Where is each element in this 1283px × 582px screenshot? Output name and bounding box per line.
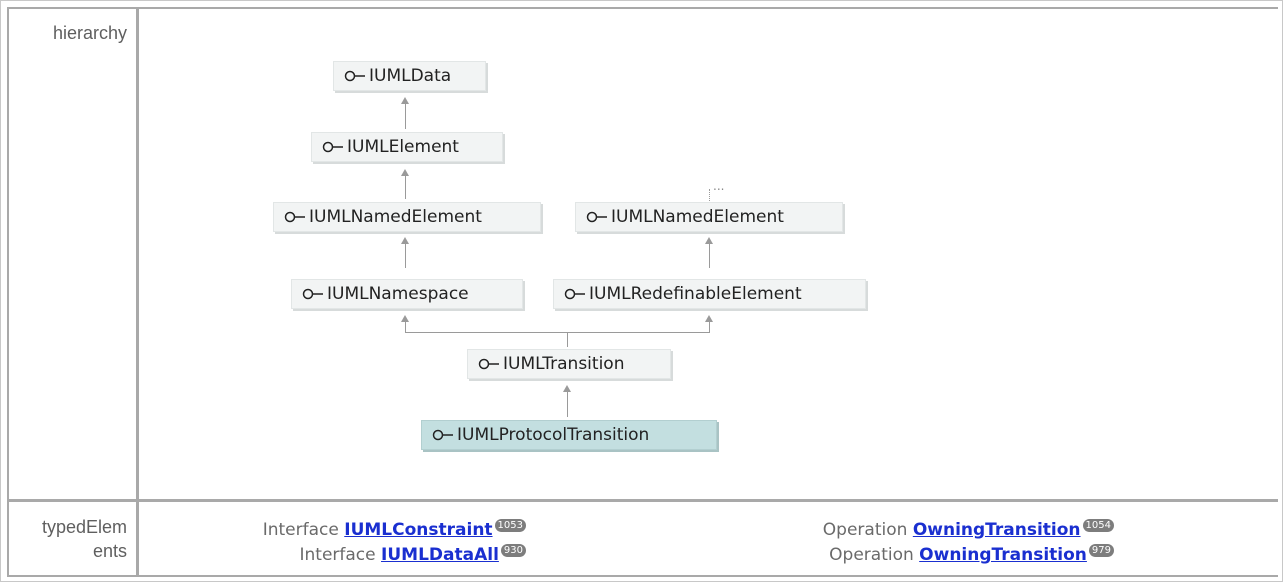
ref-kind: Interface [299, 545, 376, 565]
ref-link[interactable]: IUMLConstraint [344, 520, 492, 540]
more-indicator: ... [713, 179, 725, 193]
ref-link[interactable]: OwningTransition [913, 520, 1081, 540]
connector [405, 241, 406, 268]
detail-panel: hierarchy typedElem ents ... IUMLData IU… [0, 0, 1283, 582]
node-iumlnamedelement-left[interactable]: IUMLNamedElement [273, 202, 541, 232]
node-label: IUMLData [369, 66, 452, 86]
connector [405, 332, 710, 333]
interface-icon [284, 211, 305, 223]
connector-arrow [705, 315, 713, 322]
typed-elements-label-line1: typedElem [41, 517, 127, 537]
typed-element-ref: Operation OwningTransition 1054 [823, 519, 1114, 540]
node-iumlnamedelement-right[interactable]: IUMLNamedElement [575, 202, 843, 232]
connector-arrow [401, 97, 409, 104]
connector-arrow [563, 385, 571, 392]
frame-bottom-border [7, 575, 1278, 577]
connector-arrow [401, 237, 409, 244]
interface-icon [586, 211, 607, 223]
node-label: IUMLElement [347, 137, 459, 157]
connector-arrow [705, 237, 713, 244]
node-label: IUMLNamespace [327, 284, 469, 304]
interface-icon [564, 288, 585, 300]
hierarchy-label: hierarchy [52, 23, 127, 43]
connector [709, 241, 710, 268]
connector-arrow [401, 315, 409, 322]
typed-elements-label-line2: ents [92, 541, 127, 561]
node-label: IUMLRedefinableElement [589, 284, 802, 304]
count-badge: 930 [500, 544, 526, 557]
interface-icon [302, 288, 323, 300]
frame-left-border [7, 7, 9, 577]
node-label: IUMLNamedElement [611, 207, 784, 227]
ref-link[interactable]: OwningTransition [919, 545, 1087, 565]
more-connector [709, 189, 711, 201]
connector [405, 173, 406, 199]
typed-element-ref: Interface IUMLDataAll 930 [299, 544, 526, 565]
typed-element-ref: Operation OwningTransition 979 [829, 544, 1114, 565]
row-separator [7, 499, 1278, 502]
connector [405, 101, 406, 129]
node-iumlprotocoltransition[interactable]: IUMLProtocolTransition [421, 420, 717, 450]
typed-element-ref: Interface IUMLConstraint 1053 [263, 519, 526, 540]
count-badge: 979 [1088, 544, 1114, 557]
node-label: IUMLNamedElement [309, 207, 482, 227]
interface-icon [322, 141, 343, 153]
node-label: IUMLTransition [503, 354, 625, 374]
interface-icon [478, 358, 499, 370]
node-iumlelement[interactable]: IUMLElement [311, 132, 503, 162]
connector [567, 389, 568, 417]
count-badge: 1054 [1082, 519, 1114, 532]
ref-link[interactable]: IUMLDataAll [381, 545, 499, 565]
connector [567, 332, 568, 347]
ref-kind: Interface [262, 520, 339, 540]
count-badge: 1053 [494, 519, 526, 532]
node-iumltransition[interactable]: IUMLTransition [467, 349, 671, 379]
node-iumlredefinableelement[interactable]: IUMLRedefinableElement [553, 279, 866, 309]
ref-kind: Operation [829, 545, 914, 565]
column-separator [136, 7, 139, 577]
frame-top-border [7, 7, 1278, 9]
ref-kind: Operation [822, 520, 908, 540]
connector-arrow [401, 169, 409, 176]
interface-icon [344, 70, 365, 82]
interface-icon [432, 429, 453, 441]
node-iumldata[interactable]: IUMLData [333, 61, 486, 91]
node-label: IUMLProtocolTransition [457, 425, 650, 445]
node-iumlnamespace[interactable]: IUMLNamespace [291, 279, 523, 309]
